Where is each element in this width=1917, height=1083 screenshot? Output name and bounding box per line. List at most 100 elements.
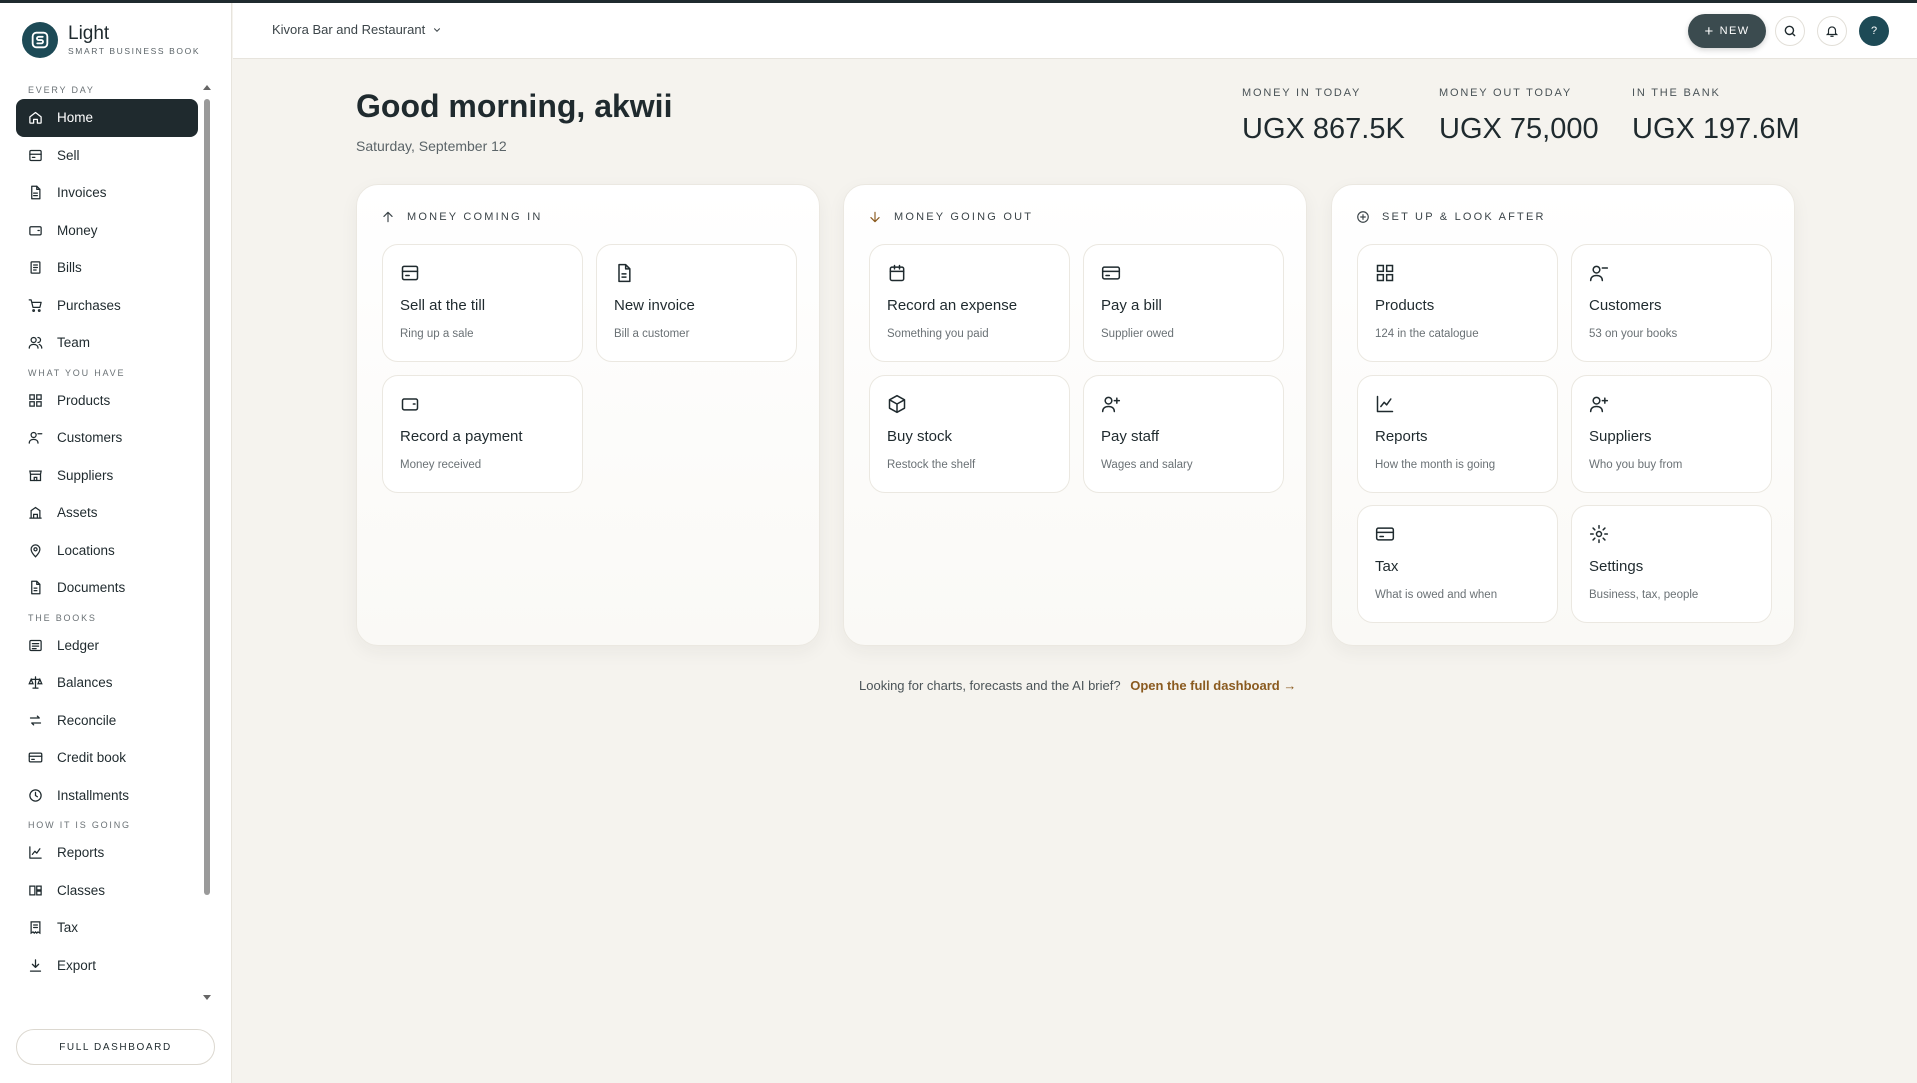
sidebar-item-purchases[interactable]: Purchases	[16, 287, 198, 325]
action-card-settings[interactable]: Settings Business, tax, people	[1571, 505, 1772, 623]
current-date: Saturday, September 12	[356, 138, 507, 154]
chevron-down-icon	[434, 27, 441, 32]
stat-value: UGX 867.5K	[1242, 113, 1405, 145]
notifications-button[interactable]	[1817, 16, 1847, 46]
sidebar-item-ledger[interactable]: Ledger	[16, 627, 198, 665]
business-selector[interactable]: Kivora Bar and Restaurant	[272, 22, 442, 37]
card-title: Customers	[1589, 297, 1662, 314]
till-icon	[29, 149, 42, 161]
new-button-label: NEW	[1719, 25, 1750, 37]
sidebar-item-label: Reconcile	[57, 712, 117, 728]
sidebar-item-label: Locations	[57, 542, 115, 558]
sidebar-scrollbar[interactable]	[202, 85, 211, 1001]
sidebar-item-tax[interactable]: Tax	[16, 909, 198, 947]
sidebar-item-reconcile[interactable]: Reconcile	[16, 702, 198, 740]
plus-circle-icon	[1357, 211, 1369, 223]
card-subtitle: Money received	[400, 459, 482, 471]
sidebar-item-invoices[interactable]: Invoices	[16, 174, 198, 212]
sidebar-item-sell[interactable]: Sell	[16, 137, 198, 175]
action-card-record-payment[interactable]: Record a payment Money received	[382, 375, 583, 493]
sidebar-item-home[interactable]: Home	[16, 99, 198, 137]
sidebar-item-locations[interactable]: Locations	[16, 532, 198, 570]
sidebar-item-label: Assets	[57, 505, 98, 521]
search-icon	[1784, 25, 1796, 37]
sidebar-item-money[interactable]: Money	[16, 212, 198, 250]
action-card-tax[interactable]: Tax What is owed and when	[1357, 505, 1558, 623]
pin-icon	[30, 544, 41, 558]
action-card-buy-stock[interactable]: Buy stock Restock the shelf	[869, 375, 1070, 493]
action-card-new-invoice[interactable]: New invoice Bill a customer	[596, 244, 797, 362]
calendar-icon	[889, 264, 905, 282]
card-title: Reports	[1375, 428, 1428, 445]
sidebar-item-label: Export	[57, 957, 97, 973]
card-title: Record an expense	[887, 297, 1018, 314]
scrollbar-thumb[interactable]	[204, 99, 210, 895]
panel-heading: MONEY COMING IN	[381, 210, 542, 224]
user-plus-icon	[1101, 396, 1121, 413]
brand-tagline: SMART BUSINESS BOOK	[68, 46, 201, 56]
dashboard-prompt: Looking for charts, forecasts and the AI…	[859, 678, 1296, 693]
clock-icon	[29, 789, 42, 802]
sidebar-item-label: Team	[57, 335, 91, 351]
action-card-record-expense[interactable]: Record an expense Something you paid	[869, 244, 1070, 362]
full-dashboard-button[interactable]: FULL DASHBOARD	[16, 1029, 215, 1065]
card-title: Buy stock	[887, 428, 953, 445]
panel-title: MONEY GOING OUT	[894, 211, 1034, 223]
sidebar-item-suppliers[interactable]: Suppliers	[16, 457, 198, 495]
sidebar-item-balances[interactable]: Balances	[16, 664, 198, 702]
action-card-reports[interactable]: Reports How the month is going	[1357, 375, 1558, 493]
card-subtitle: Business, tax, people	[1589, 589, 1699, 601]
card-subtitle: Who you buy from	[1589, 459, 1683, 471]
arrow-up-icon	[383, 211, 393, 223]
open-full-dashboard-link[interactable]: Open the full dashboard →	[1130, 678, 1296, 693]
sidebar-item-classes[interactable]: Classes	[16, 872, 198, 910]
action-card-pay-staff[interactable]: Pay staff Wages and salary	[1083, 375, 1284, 493]
stat-value: UGX 75,000	[1439, 113, 1599, 145]
sidebar-item-label: Balances	[57, 675, 113, 691]
sidebar-item-team[interactable]: Team	[16, 324, 198, 362]
card-title: Sell at the till	[400, 297, 486, 314]
sidebar-item-bills[interactable]: Bills	[16, 249, 198, 287]
sidebar-nav: EVERY DAY Home Sell Invoices Money Bills…	[16, 81, 198, 984]
invoice-icon	[618, 263, 631, 283]
sidebar-item-reports[interactable]: Reports	[16, 834, 198, 872]
new-button[interactable]: + NEW	[1688, 14, 1766, 48]
stat-money-in-today: MONEY IN TODAY UGX 867.5K	[1242, 87, 1405, 146]
sidebar-item-customers[interactable]: Customers	[16, 419, 198, 457]
customers-icon	[28, 432, 43, 444]
scroll-up-icon[interactable]	[203, 85, 211, 90]
card-title: Pay a bill	[1101, 297, 1162, 314]
nav-section-title: EVERY DAY	[28, 85, 95, 95]
ledger-icon	[29, 639, 42, 651]
sidebar-item-documents[interactable]: Documents	[16, 569, 198, 607]
sidebar-item-installments[interactable]: Installments	[16, 777, 198, 815]
action-card-customers[interactable]: Customers 53 on your books	[1571, 244, 1772, 362]
page-title: Good morning, akwii	[356, 88, 673, 124]
sidebar-item-credit-book[interactable]: Credit book	[16, 739, 198, 777]
card-title: Settings	[1589, 558, 1644, 575]
brand[interactable]: Light SMART BUSINESS BOOK	[22, 22, 200, 58]
panel-heading: SET UP & LOOK AFTER	[1356, 210, 1546, 224]
stat-value: UGX 197.6M	[1632, 113, 1800, 145]
card-title: Record a payment	[400, 428, 523, 445]
plus-icon: +	[1704, 22, 1715, 40]
card-title: New invoice	[614, 297, 695, 314]
action-card-sell-at-till[interactable]: Sell at the till Ring up a sale	[382, 244, 583, 362]
sidebar-item-export[interactable]: Export	[16, 947, 198, 985]
stat-money-out-today: MONEY OUT TODAY UGX 75,000	[1439, 87, 1599, 146]
action-card-suppliers[interactable]: Suppliers Who you buy from	[1571, 375, 1772, 493]
search-button[interactable]	[1775, 16, 1805, 46]
panel-title: MONEY COMING IN	[407, 211, 543, 223]
card-subtitle: What is owed and when	[1375, 589, 1498, 601]
action-card-products[interactable]: Products 124 in the catalogue	[1357, 244, 1558, 362]
avatar[interactable]: ?	[1859, 16, 1889, 46]
sidebar-item-assets[interactable]: Assets	[16, 494, 198, 532]
sidebar-item-label: Home	[57, 110, 94, 126]
stat-label: MONEY OUT TODAY	[1439, 87, 1572, 99]
sidebar-item-products[interactable]: Products	[16, 382, 198, 420]
receipt-icon	[30, 921, 41, 935]
panel-money-coming-in: MONEY COMING IN Sell at the till Ring up…	[356, 184, 820, 646]
swap-icon	[29, 715, 42, 726]
scroll-down-icon[interactable]	[203, 995, 211, 1000]
action-card-pay-bill[interactable]: Pay a bill Supplier owed	[1083, 244, 1284, 362]
